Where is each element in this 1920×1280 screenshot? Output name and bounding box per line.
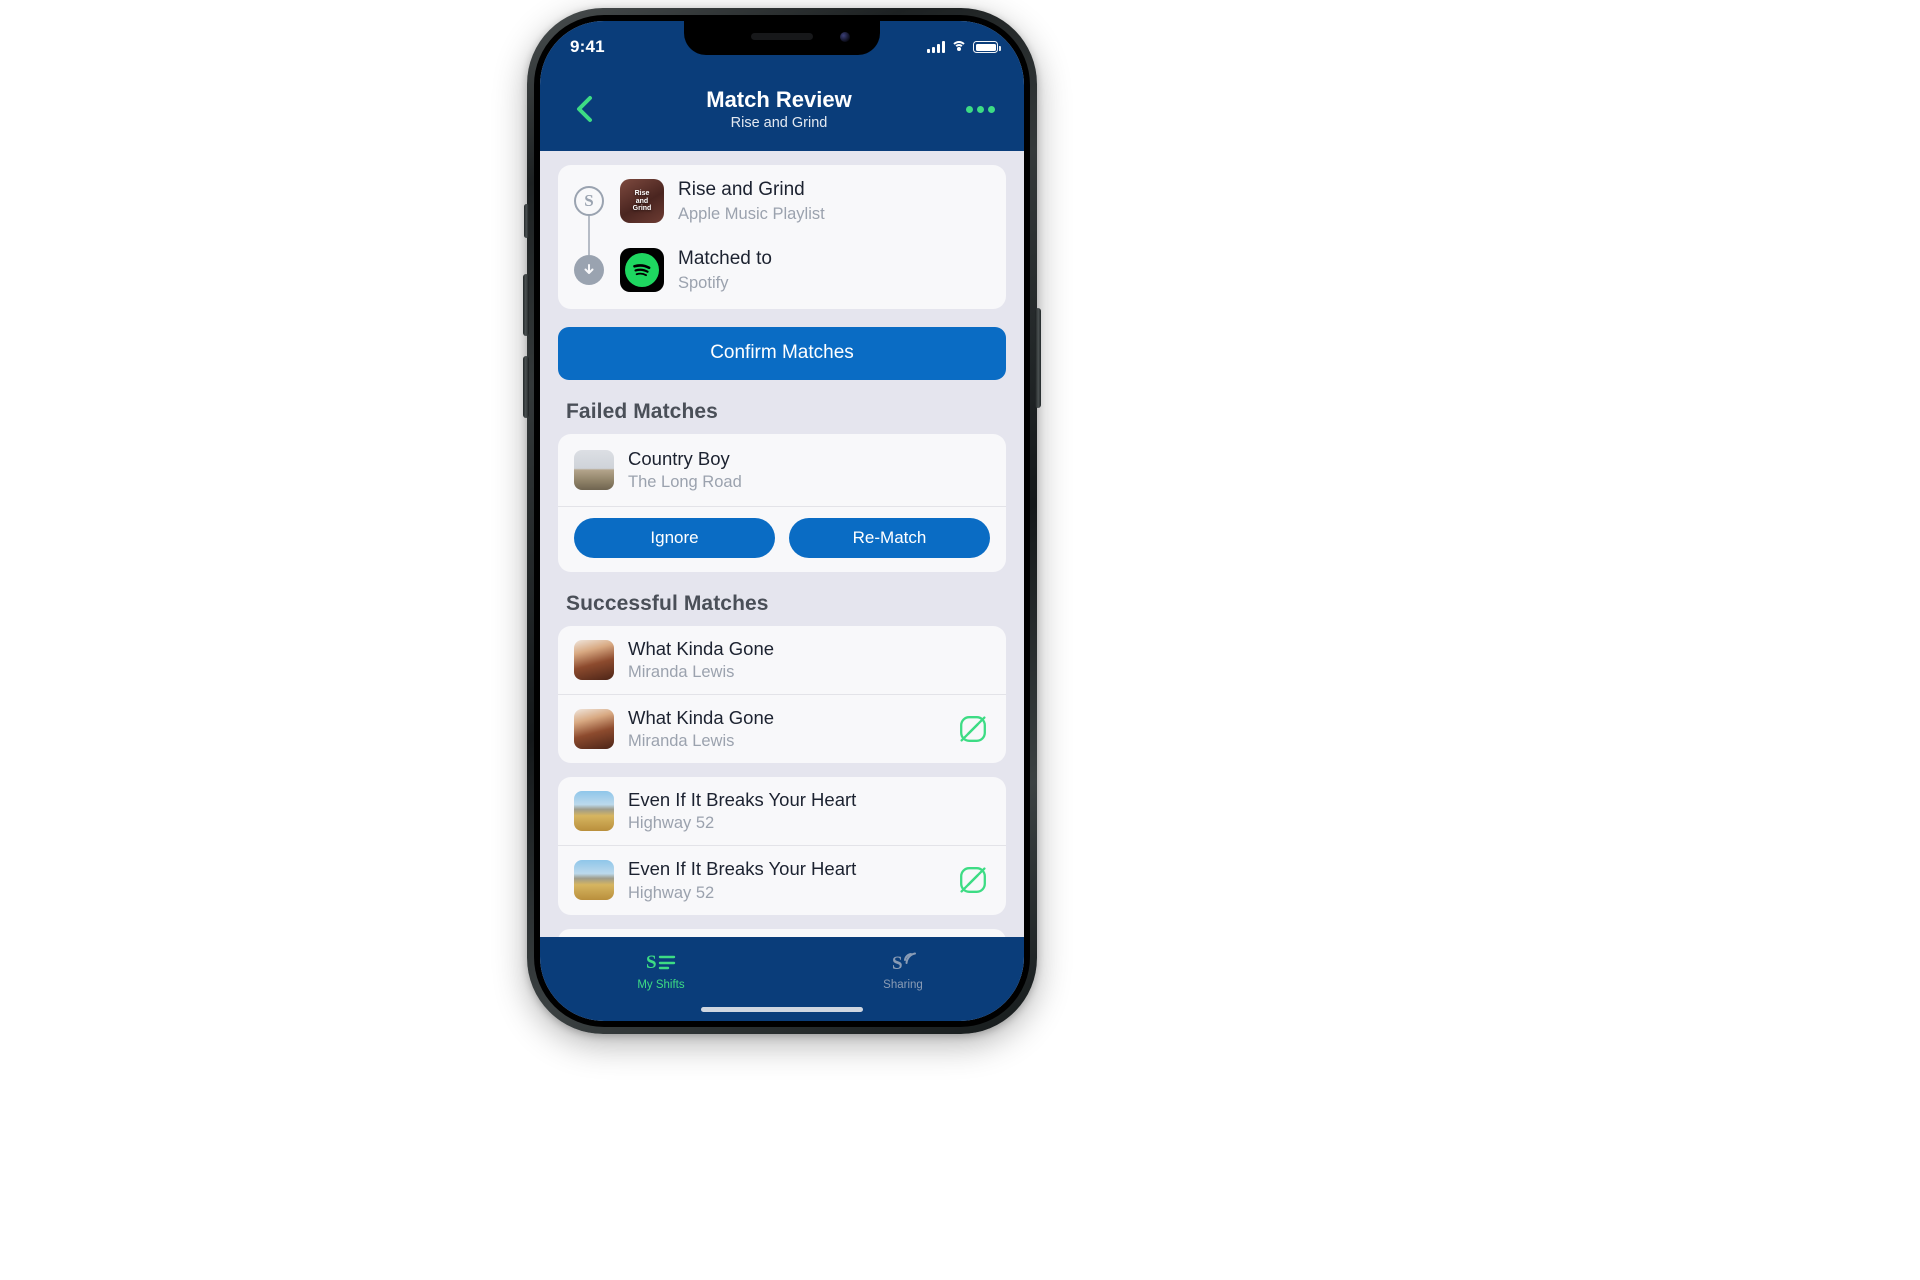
song-text: Even If It Breaks Your Heart Highway 52 (628, 789, 856, 833)
song-title: Country Boy (628, 447, 730, 469)
spotify-icon (620, 248, 664, 293)
list-item[interactable]: Even If It Breaks Your Heart Highway 52 (558, 777, 1006, 845)
navigation-bar: Match Review Rise and Grind (540, 67, 1024, 151)
playlist-artwork: Rise and Grind (620, 179, 664, 224)
source-row: S Rise and Grind Rise and Grind Apple Mu… (558, 179, 1006, 255)
device-bezel: 9:41 Match Review Rise and Grind S Rise … (534, 15, 1030, 1027)
song-title: What Kinda Gone (628, 637, 775, 659)
more-horizontal-icon (965, 105, 973, 113)
failed-matches-card: Country Boy The Long Road Ignore Re-Matc… (558, 433, 1006, 572)
device-notch (684, 21, 880, 55)
list-item[interactable]: Even If It Breaks Your Heart Highway 52 (558, 846, 1006, 914)
artwork-text-line1: Rise (634, 190, 650, 198)
long-road-artwork (574, 449, 614, 490)
front-camera-icon (840, 32, 850, 42)
arrow-down-icon (574, 255, 604, 286)
match-source-card: S Rise and Grind Rise and Grind Apple Mu… (558, 165, 1006, 309)
iphone-device-frame: 9:41 Match Review Rise and Grind S Rise … (523, 8, 1041, 1034)
song-title: What Kinda Gone (628, 706, 775, 728)
battery-icon (973, 41, 1001, 53)
silent-switch[interactable] (524, 204, 529, 238)
song-subtitle: Highway 52 (628, 814, 715, 833)
song-subtitle: Miranda Lewis (628, 732, 735, 751)
link-icon (960, 867, 986, 894)
status-bar-time: 9:41 (570, 37, 605, 56)
list-item[interactable]: What Kinda Gone Miranda Lewis (558, 695, 1006, 763)
tab-label: My Shifts (637, 979, 685, 991)
failed-match-row[interactable]: Country Boy The Long Road (558, 434, 1006, 506)
volume-up-button[interactable] (523, 274, 529, 336)
successful-matches-group: What Kinda Gone Miranda Lewis What Kinda… (558, 625, 1006, 764)
ignore-button[interactable]: Ignore (574, 517, 775, 558)
source-text: Rise and Grind Apple Music Playlist (678, 179, 825, 224)
song-subtitle: Highway 52 (628, 883, 715, 902)
field-artwork (574, 791, 614, 832)
status-bar-indicators (927, 41, 1001, 53)
tab-my-shifts[interactable]: S My Shifts (540, 949, 782, 991)
wifi-icon (951, 41, 967, 53)
tab-sharing[interactable]: S Sharing (782, 949, 1024, 991)
phone-screen: 9:41 Match Review Rise and Grind S Rise … (540, 21, 1024, 1021)
failed-song-text: Country Boy The Long Road (628, 448, 742, 492)
link-icon (960, 716, 986, 743)
target-row: Matched to Spotify (558, 248, 1006, 293)
svg-text:S: S (892, 953, 903, 974)
share-wave-icon: S (890, 949, 916, 975)
girl-artwork (574, 639, 614, 680)
song-subtitle: The Long Road (628, 472, 742, 491)
field-artwork (574, 860, 614, 901)
power-button[interactable] (1035, 308, 1041, 408)
target-title: Matched to (678, 247, 772, 269)
link-button[interactable] (956, 863, 990, 897)
shift-s-icon: S (574, 186, 604, 217)
earpiece-speaker (751, 33, 813, 40)
source-title: Rise and Grind (678, 179, 805, 200)
page-subtitle: Rise and Grind (730, 114, 828, 131)
connector-line (588, 211, 590, 255)
failed-matches-heading: Failed Matches (566, 399, 718, 423)
list-item[interactable] (558, 929, 1006, 937)
song-subtitle: Miranda Lewis (628, 662, 735, 681)
chevron-left-icon (577, 96, 592, 122)
artwork-text-line3: Grind (632, 205, 652, 213)
song-text: What Kinda Gone Miranda Lewis (628, 638, 774, 682)
more-horizontal-icon (987, 105, 995, 113)
re-match-button[interactable]: Re-Match (789, 517, 990, 558)
song-title: Even If It Breaks Your Heart (628, 858, 857, 880)
confirm-matches-button[interactable]: Confirm Matches (558, 326, 1006, 380)
target-subtitle: Spotify (678, 273, 729, 292)
artwork-text-line2: and (635, 197, 649, 205)
link-button[interactable] (956, 712, 990, 746)
shift-list-icon: S (646, 949, 676, 975)
volume-down-button[interactable] (523, 356, 529, 418)
list-item[interactable]: What Kinda Gone Miranda Lewis (558, 626, 1006, 694)
nav-title-block: Match Review Rise and Grind (600, 87, 958, 130)
page-title: Match Review (706, 87, 852, 113)
more-options-button[interactable] (958, 87, 1002, 131)
song-text: What Kinda Gone Miranda Lewis (628, 707, 774, 751)
target-text: Matched to Spotify (678, 248, 772, 293)
successful-matches-group: Even If It Breaks Your Heart Highway 52 … (558, 777, 1006, 915)
failed-match-actions: Ignore Re-Match (558, 507, 1006, 572)
screenshot-canvas: 9:41 Match Review Rise and Grind S Rise … (0, 0, 1920, 1280)
song-title: Even If It Breaks Your Heart (628, 789, 857, 811)
successful-matches-heading: Successful Matches (566, 591, 769, 615)
home-indicator[interactable] (701, 1007, 863, 1012)
content-scroll-area[interactable]: S Rise and Grind Rise and Grind Apple Mu… (540, 151, 1024, 937)
girl-artwork (574, 709, 614, 750)
svg-text:S: S (646, 952, 657, 973)
song-text: Even If It Breaks Your Heart Highway 52 (628, 858, 856, 902)
more-horizontal-icon (976, 105, 984, 113)
tab-label: Sharing (883, 979, 923, 991)
successful-matches-group-partial (558, 928, 1006, 937)
source-subtitle: Apple Music Playlist (678, 204, 825, 223)
cellular-signal-icon (927, 41, 945, 53)
